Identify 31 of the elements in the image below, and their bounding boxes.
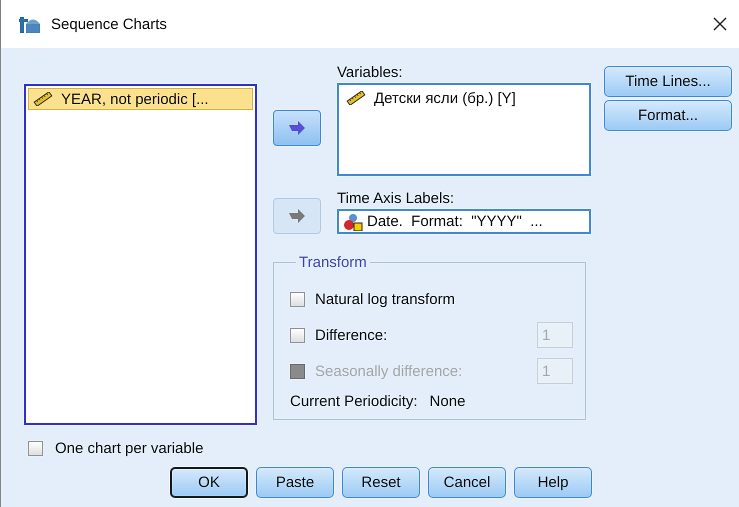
checkbox-label: One chart per variable — [55, 440, 204, 457]
dialog-button[interactable]: Help — [514, 467, 592, 498]
time-axis-field[interactable]: Date. Format: "YYYY" ... — [337, 209, 591, 234]
group-title: Transform — [298, 254, 368, 271]
dialog-button[interactable]: Cancel — [428, 467, 506, 498]
app-icon — [19, 14, 41, 34]
checkbox[interactable] — [290, 292, 305, 306]
arrow-icon — [288, 121, 306, 135]
dialog-button[interactable]: Time Lines... — [604, 66, 732, 97]
list-item[interactable]: Детски ясли (бр.) [Y] — [341, 87, 587, 109]
date-variable-icon — [343, 212, 363, 230]
move-button[interactable] — [273, 110, 321, 146]
source-variable-list[interactable]: YEAR, not periodic [... — [24, 84, 257, 425]
checkbox[interactable] — [290, 328, 305, 342]
checkbox-label: Difference: — [315, 326, 388, 344]
list-item[interactable]: YEAR, not periodic [... — [28, 88, 253, 110]
periodicity-value: None — [430, 393, 466, 410]
close-icon[interactable] — [713, 17, 727, 31]
periodicity-label: Current Periodicity: — [290, 393, 418, 410]
variables-label: Variables: — [337, 64, 404, 83]
arrow-icon — [288, 209, 306, 223]
variables-list[interactable]: Детски ясли (бр.) [Y] — [337, 83, 591, 176]
dialog-button[interactable]: OK — [170, 467, 248, 498]
dialog-button[interactable]: Paste — [256, 467, 334, 498]
time-axis-labels-label: Time Axis Labels: — [337, 190, 455, 209]
dialog-button[interactable]: Reset — [342, 467, 420, 498]
checkbox[interactable] — [28, 441, 43, 456]
window-title: Sequence Charts — [51, 16, 168, 32]
dialog-button[interactable]: Format... — [604, 100, 732, 131]
checkbox-label: Seasonally difference: — [315, 362, 464, 380]
checkbox-label: Natural log transform — [315, 290, 456, 308]
